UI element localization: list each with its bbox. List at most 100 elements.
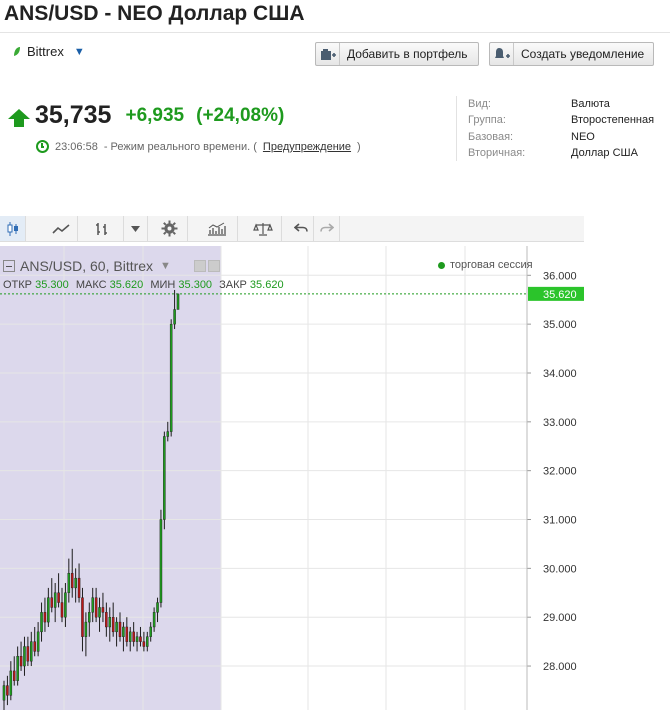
create-alert-label: Создать уведомление <box>521 47 645 61</box>
candle-body <box>146 636 149 647</box>
candle-body <box>30 641 33 662</box>
info-key: Вид: <box>468 98 491 111</box>
candle-body <box>159 519 163 603</box>
page-title: ANS/USD - NEO Доллар США <box>4 2 305 25</box>
collapse-icon[interactable] <box>3 260 15 272</box>
candle-body <box>23 646 26 667</box>
low-label: МИН <box>150 279 176 291</box>
candle-body <box>16 656 19 681</box>
candle-body <box>57 592 60 603</box>
candle-body <box>118 621 122 637</box>
quote-time: 23:06:58 - Режим реального времени. (Пре… <box>36 140 361 153</box>
exchange-leaf-icon <box>14 47 20 56</box>
info-key: Базовая: <box>468 130 514 143</box>
candle-body <box>111 617 115 633</box>
candle-body <box>149 626 152 637</box>
y-tick-label: 30.000 <box>543 563 577 575</box>
candle-body <box>132 631 135 642</box>
candle-body <box>108 617 112 628</box>
session-label: торговая сессия <box>450 259 533 271</box>
instrument-info: Вид: Валюта Группа: Второстепенная Базовая… <box>456 96 654 162</box>
close-label: ЗАКР <box>219 279 247 291</box>
candle-body <box>84 621 88 637</box>
legend-settings-icon[interactable] <box>207 260 220 272</box>
candle-body <box>50 597 54 608</box>
high-value: 35.620 <box>109 279 144 291</box>
y-tick-label: 29.000 <box>543 612 577 624</box>
realtime-mode-close: ) <box>357 140 361 153</box>
candle-body <box>33 641 36 652</box>
chevron-down-icon: ▼ <box>73 45 85 58</box>
candles-icon[interactable] <box>0 216 26 241</box>
info-row: Группа: Второстепенная <box>468 112 654 128</box>
candle-body <box>6 685 9 696</box>
candle-body <box>91 597 94 613</box>
candle-body <box>166 431 170 437</box>
last-price-tag-label: 35.620 <box>543 289 577 301</box>
candle-body <box>173 309 176 325</box>
compare-icon[interactable] <box>244 216 282 241</box>
info-key: Вторичная: <box>468 147 526 160</box>
divider <box>0 32 670 33</box>
price-change: +6,935 <box>125 104 185 126</box>
arrow-up-icon <box>8 109 30 127</box>
exchange-selector[interactable]: Bittrex ▼ <box>12 44 85 59</box>
bars-icon[interactable] <box>80 216 124 241</box>
create-alert-button[interactable]: Создать уведомление <box>489 42 654 66</box>
candle-body <box>77 577 81 598</box>
chart-canvas[interactable]: 36.000 35.000 34.000 33.000 32.000 31.000 30.0… <box>0 246 584 710</box>
chart-toolbar <box>0 216 584 242</box>
chart-legend-title: ANS/USD, 60, Bittrex ▼ <box>3 258 220 274</box>
session-shade <box>0 246 221 710</box>
info-row: Базовая: NEO <box>468 129 654 145</box>
undo-icon[interactable] <box>288 216 314 241</box>
redo-icon[interactable] <box>314 216 340 241</box>
warning-link[interactable]: Предупреждение <box>263 141 351 153</box>
candle-body <box>26 646 30 662</box>
candle-body <box>67 573 71 593</box>
chart-symbol: ANS/USD, 60, Bittrex <box>20 258 154 274</box>
candle-body <box>176 293 180 310</box>
candle-body <box>70 573 74 589</box>
quote-summary: 35,735 +6,935 (+24,08%) <box>8 101 284 130</box>
dropdown-icon[interactable] <box>124 216 148 241</box>
price-change-percent: (+24,08%) <box>196 104 285 126</box>
candle-body <box>98 607 101 618</box>
candle-body <box>163 436 166 520</box>
candle-body <box>94 597 98 618</box>
candle-body <box>64 592 67 618</box>
add-to-portfolio-button[interactable]: Добавить в портфель <box>315 42 479 66</box>
candle-body <box>169 323 173 432</box>
exchange-name: Bittrex <box>27 44 64 59</box>
candle-body <box>47 597 50 623</box>
clock-icon <box>36 140 49 153</box>
ohlc-readout: ОТКР 35.300 МАКС 35.620 МИН 35.300 ЗАКР … <box>3 279 288 291</box>
candle-body <box>40 612 43 633</box>
indicators-icon[interactable] <box>196 216 238 241</box>
info-value: Валюта <box>571 98 610 111</box>
candle-body <box>101 607 105 613</box>
legend-settings-icon[interactable] <box>193 260 206 272</box>
info-key: Группа: <box>468 114 506 127</box>
candle-body <box>9 670 13 696</box>
candle-body <box>125 626 129 642</box>
settings-icon[interactable] <box>152 216 188 241</box>
candle-body <box>156 602 159 613</box>
y-tick-label: 33.000 <box>543 417 577 429</box>
line-chart-icon[interactable] <box>44 216 78 241</box>
candle-body <box>60 602 64 618</box>
legend-tools <box>193 260 220 272</box>
close-value: 35.620 <box>249 279 284 291</box>
candle-body <box>105 612 108 628</box>
chevron-down-icon[interactable]: ▼ <box>160 260 171 272</box>
realtime-mode-text: - Режим реального времени. ( <box>103 140 257 153</box>
bell-add-icon <box>490 43 514 65</box>
session-indicator: торговая сессия <box>438 259 533 271</box>
candle-body <box>122 626 125 637</box>
info-row: Вид: Валюта <box>468 96 654 112</box>
low-value: 35.300 <box>178 279 213 291</box>
candle-body <box>115 621 118 633</box>
price-chart[interactable]: 36.000 35.000 34.000 33.000 32.000 31.000 30.0… <box>0 246 584 710</box>
candle-body <box>81 597 84 637</box>
info-value: NEO <box>571 130 595 143</box>
